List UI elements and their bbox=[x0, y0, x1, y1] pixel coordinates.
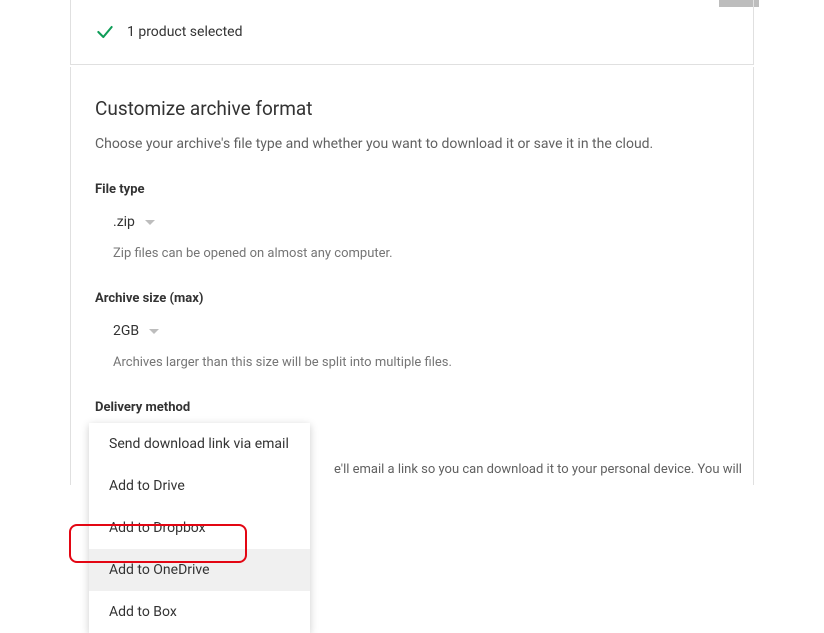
delivery-info-text: e'll email a link so you can download it… bbox=[334, 462, 742, 477]
delivery-option-box[interactable]: Add to Box bbox=[89, 591, 310, 633]
delivery-option-email[interactable]: Send download link via email bbox=[89, 423, 310, 465]
delivery-method-group: Delivery method bbox=[95, 400, 729, 415]
file-type-label: File type bbox=[95, 182, 729, 197]
file-type-value: .zip bbox=[113, 214, 135, 230]
file-type-hint: Zip files can be opened on almost any co… bbox=[113, 246, 729, 261]
section-title: Customize archive format bbox=[95, 97, 729, 120]
delivery-option-drive[interactable]: Add to Drive bbox=[89, 465, 310, 507]
archive-size-label: Archive size (max) bbox=[95, 291, 729, 306]
archive-size-hint: Archives larger than this size will be s… bbox=[113, 355, 729, 370]
delivery-option-dropbox[interactable]: Add to Dropbox bbox=[89, 507, 310, 549]
selection-text: 1 product selected bbox=[127, 24, 243, 40]
delivery-option-onedrive[interactable]: Add to OneDrive bbox=[89, 549, 310, 591]
caret-down-icon bbox=[145, 220, 155, 225]
file-type-dropdown[interactable]: .zip bbox=[113, 214, 155, 230]
archive-size-value: 2GB bbox=[113, 323, 139, 339]
check-icon bbox=[95, 22, 115, 42]
section-description: Choose your archive's file type and whet… bbox=[95, 136, 729, 152]
file-type-group: File type .zip Zip files can be opened o… bbox=[95, 182, 729, 261]
selection-summary: 1 product selected bbox=[70, 0, 754, 65]
caret-down-icon bbox=[149, 329, 159, 334]
archive-size-group: Archive size (max) 2GB Archives larger t… bbox=[95, 291, 729, 370]
delivery-method-menu: Send download link via email Add to Driv… bbox=[89, 423, 310, 633]
archive-size-dropdown[interactable]: 2GB bbox=[113, 323, 159, 339]
delivery-method-label: Delivery method bbox=[95, 400, 729, 415]
